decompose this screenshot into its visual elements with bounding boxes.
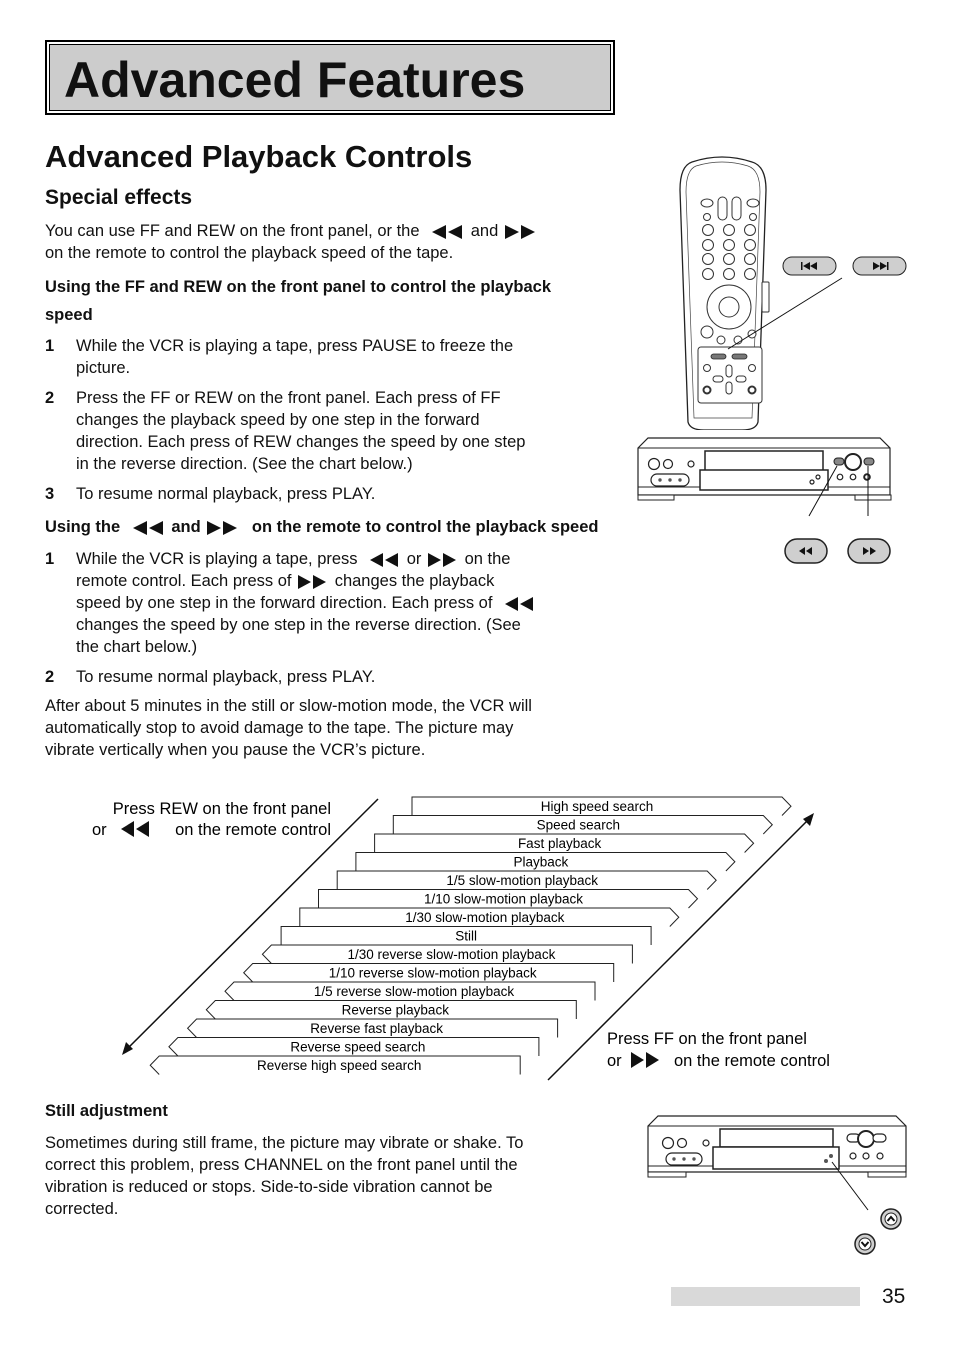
step-number: 1 (45, 550, 55, 568)
speed-step-label: Playback (514, 855, 569, 870)
remote-skip-back-button (710, 353, 727, 360)
speed-step-label: 1/10 slow-motion playback (424, 892, 583, 907)
skip-forward-icon (852, 256, 907, 276)
step-text: direction. Each press of REW changes the… (76, 433, 526, 451)
speed-step-label: Reverse high speed search (257, 1058, 421, 1073)
page-footer-band (671, 1287, 860, 1306)
front-panel-heading: Using the FF and REW on the front panel … (45, 276, 551, 326)
still-adjustment-text: Sometimes during still frame, the pictur… (45, 1132, 523, 1220)
fast-forward-icon (207, 520, 238, 535)
step-text: speed by one step in the forward directi… (76, 594, 493, 612)
heading-and: and (171, 518, 201, 536)
page-banner-title: Advanced Features (64, 52, 526, 108)
rewind-icon (132, 520, 163, 535)
step-number: 3 (45, 485, 55, 503)
page-number: 35 (882, 1285, 906, 1308)
vcr-front-panel-illustration (637, 437, 892, 564)
vcr-ff-button (863, 457, 875, 466)
fast-forward-icon (428, 552, 457, 567)
fast-forward-icon (504, 224, 535, 239)
rewind-icon (784, 538, 828, 564)
rew-label: Press REW on the front panel (113, 800, 331, 818)
heading-text: on the remote to control the playback sp… (251, 518, 599, 536)
remote-heading: Using the and on the remote to control t… (45, 516, 598, 538)
step-text: the chart below.) (76, 638, 198, 656)
rewind-icon (432, 224, 463, 239)
fast-forward-icon (631, 1052, 659, 1068)
step-text: changes the speed by one step in the rev… (76, 616, 521, 634)
step-text: Press the FF or REW on the front panel. … (76, 389, 501, 407)
note-line: vibrate vertically when you pause the VC… (45, 741, 426, 759)
speed-step-label: 1/10 reverse slow-motion playback (329, 966, 537, 981)
speed-step-label: Fast playback (518, 836, 602, 851)
heading-line: Using the FF and REW on the front panel … (45, 278, 552, 296)
still-adjustment-heading: Still adjustment (45, 1102, 168, 1120)
remote-skip-forward-button (731, 353, 748, 360)
front-panel-step-3: To resume normal playback, press PLAY. (76, 483, 586, 505)
rew-label-or: or (92, 821, 107, 839)
text-line: vibration is reduced or stops. Side-to-s… (45, 1178, 493, 1196)
remote-control-illustration (679, 156, 907, 430)
rewind-icon (505, 596, 534, 611)
intro-text: You can use FF and REW on the front pane… (45, 222, 420, 240)
speed-step-label: 1/5 slow-motion playback (446, 873, 598, 888)
intro-paragraph: You can use FF and REW on the front pane… (45, 220, 539, 264)
fast-forward-icon (847, 538, 891, 564)
speed-step-label: 1/30 reverse slow-motion playback (347, 947, 555, 962)
intro-text-line2: on the remote to control the playback sp… (45, 244, 454, 262)
note-line: automatically stop to avoid damage to th… (45, 719, 514, 737)
step-text: or (406, 550, 422, 568)
step-text: remote control. Each press of (76, 572, 292, 590)
speed-step-label: 1/30 slow-motion playback (405, 910, 564, 925)
remote-step-2: To resume normal playback, press PLAY. (76, 668, 376, 686)
step-text: changes the playback (334, 572, 495, 590)
step-number: 2 (45, 668, 55, 686)
section-title: Advanced Playback Controls (45, 139, 473, 174)
text-line: corrected. (45, 1200, 119, 1218)
text-line: Sometimes during still frame, the pictur… (45, 1134, 524, 1152)
skip-back-icon (782, 256, 837, 276)
step-text: To resume normal playback, press PLAY. (76, 485, 376, 503)
step-text: picture. (76, 359, 131, 377)
rewind-icon (370, 552, 399, 567)
channel-down-icon (854, 1233, 876, 1255)
step-text: on the (464, 550, 511, 568)
vcr-rew-button (833, 457, 845, 466)
rewind-icon (121, 821, 149, 837)
speed-step-label: Speed search (537, 818, 620, 833)
step-number: 1 (45, 337, 55, 355)
ff-label-or: or (607, 1052, 622, 1070)
speed-step-label: Reverse speed search (290, 1040, 425, 1055)
speed-step-label: Still (455, 929, 477, 944)
front-panel-step-2: Press the FF or REW on the front panel. … (76, 387, 586, 475)
speed-step-label: High speed search (541, 799, 654, 814)
channel-up-icon (880, 1208, 902, 1230)
heading-text: Using the (45, 518, 121, 536)
step-text: changes the playback speed by one step i… (76, 411, 480, 429)
speed-step-label: 1/5 reverse slow-motion playback (314, 984, 515, 999)
text-line: correct this problem, press CHANNEL on t… (45, 1156, 518, 1174)
speed-step-label: Reverse fast playback (310, 1021, 443, 1036)
rew-label: on the remote control (175, 821, 331, 839)
front-panel-step-1: While the VCR is playing a tape, press P… (76, 335, 586, 379)
step-text: While the VCR is playing a tape, press (76, 550, 358, 568)
ff-label: on the remote control (674, 1052, 830, 1070)
heading-line: speed (45, 306, 93, 324)
speed-step-label: Reverse playback (342, 1003, 450, 1018)
fast-forward-icon (298, 574, 327, 589)
intro-and: and (470, 222, 499, 240)
auto-stop-note: After about 5 minutes in the still or sl… (45, 695, 532, 761)
step-number: 2 (45, 389, 55, 407)
vcr-channel-down-button (824, 1159, 828, 1163)
note-line: After about 5 minutes in the still or sl… (45, 697, 532, 715)
step-text: in the reverse direction. (See the chart… (76, 455, 413, 473)
subsection-title: Special effects (45, 186, 193, 209)
vcr-channel-up-button (829, 1154, 833, 1158)
remote-step-1: While the VCR is playing a tape, press o… (76, 548, 586, 658)
ff-label: Press FF on the front panel (607, 1030, 807, 1048)
step-text: While the VCR is playing a tape, press P… (76, 337, 514, 355)
vcr-channel-illustration (647, 1115, 907, 1255)
speed-chart: High speed search Speed search Fast playba… (92, 796, 830, 1081)
